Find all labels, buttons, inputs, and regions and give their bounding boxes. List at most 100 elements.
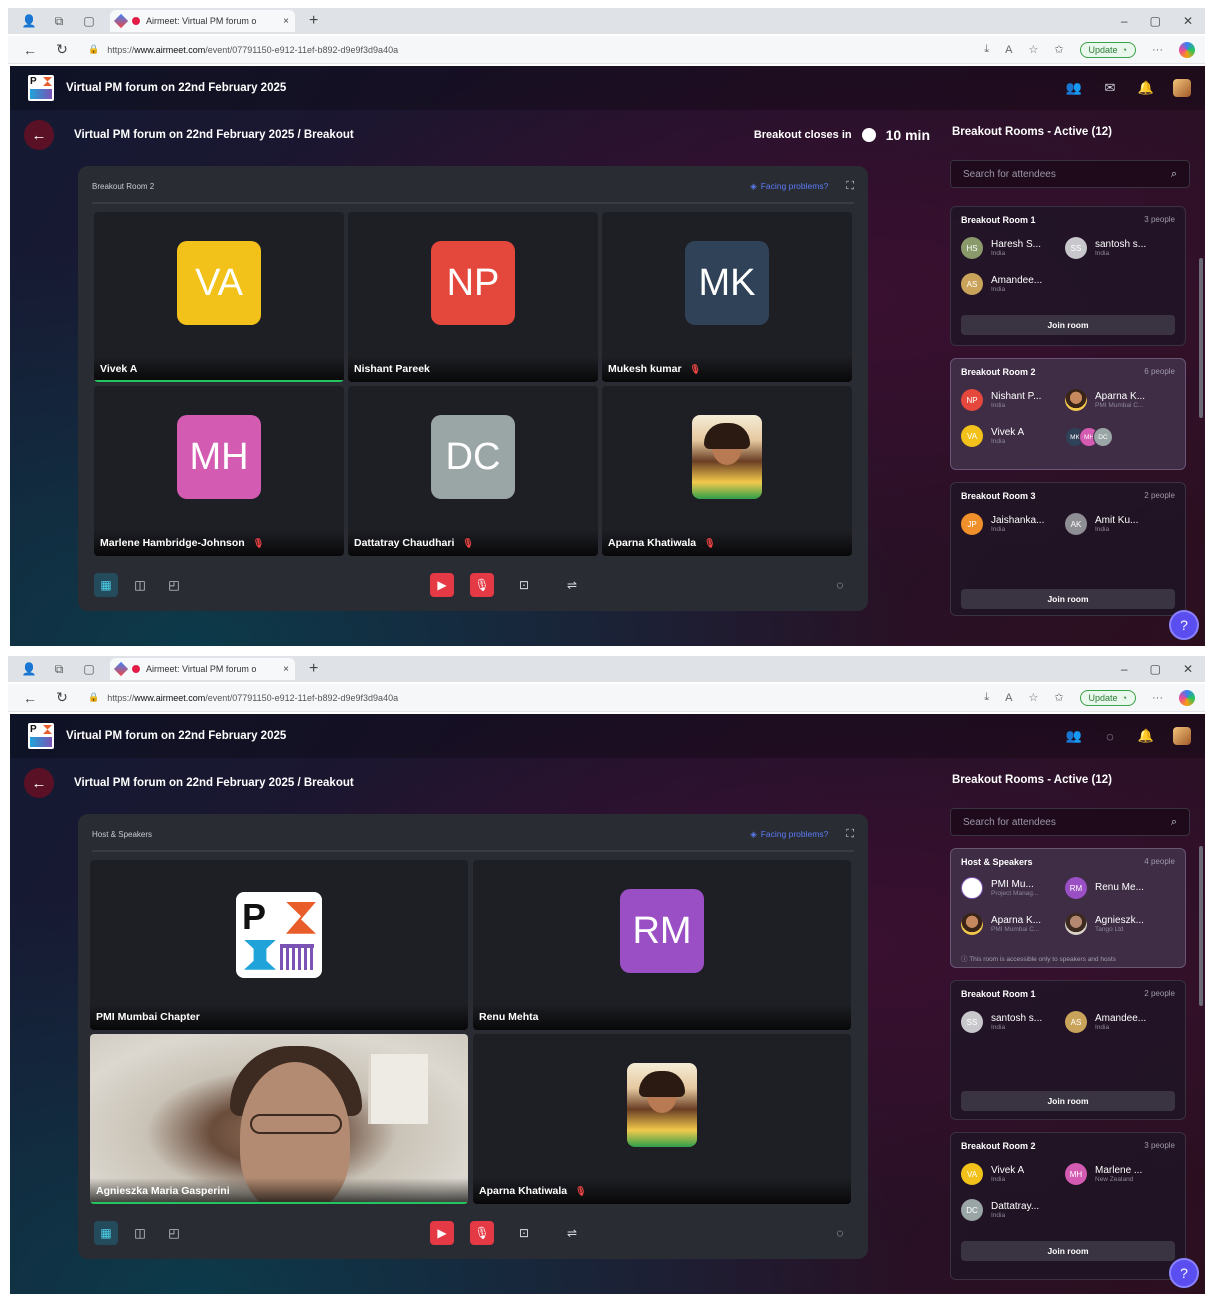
lock-icon[interactable]: 🔒	[88, 692, 99, 703]
chat-bubble-icon[interactable]: ◌	[828, 1221, 852, 1245]
mic-off-button[interactable]: 🎙	[470, 573, 494, 597]
chat-notification-icon[interactable]: ✉	[1101, 79, 1119, 97]
bell-icon[interactable]: 🔔	[1137, 727, 1155, 745]
back-button[interactable]: ←	[24, 768, 54, 798]
attendee-search-input[interactable]: Search for attendees ⌕	[950, 160, 1190, 188]
speaker-layout-icon[interactable]: ◰	[162, 1221, 186, 1245]
chat-bubble-icon[interactable]: ◌	[828, 573, 852, 597]
back-button[interactable]: ←	[24, 120, 54, 150]
lock-icon[interactable]: 🔒	[88, 44, 99, 55]
browser-tab[interactable]: Airmeet: Virtual PM forum o ×	[110, 658, 295, 680]
camera-off-button[interactable]: ▶	[430, 573, 454, 597]
room-member[interactable]: RM Renu Me...	[1065, 877, 1175, 899]
room-member[interactable]: SS santosh s... India	[1065, 237, 1175, 259]
update-button[interactable]: Update ◔	[1079, 41, 1136, 58]
sidebar-layout-icon[interactable]: ◫	[128, 573, 152, 597]
copilot-icon[interactable]	[1179, 41, 1195, 58]
new-tab-button[interactable]: +	[309, 12, 318, 30]
more-menu-icon[interactable]: ···	[1152, 44, 1163, 56]
profile-icon[interactable]: 👤	[20, 12, 38, 30]
participant-tile[interactable]: NP Nishant Pareek	[348, 212, 598, 382]
participant-tile[interactable]: MH Marlene Hambridge-Johnson 🎙	[94, 386, 344, 556]
room-member[interactable]: Aparna K... PMI Mumbai C...	[1065, 389, 1175, 411]
minimize-icon[interactable]: –	[1121, 662, 1128, 676]
read-aloud-icon[interactable]: A	[1005, 692, 1012, 704]
participant-tile-video[interactable]: Agnieszka Maria Gasperini	[90, 1034, 468, 1204]
participant-tile[interactable]: Aparna Khatiwala 🎙	[602, 386, 852, 556]
grid-layout-icon[interactable]: ▦	[94, 1221, 118, 1245]
new-tab-button[interactable]: +	[309, 660, 318, 678]
participant-tile[interactable]: VA Vivek A	[94, 212, 344, 382]
back-arrow-icon[interactable]: ←	[20, 690, 40, 706]
attendee-search-input[interactable]: Search for attendees ⌕	[950, 808, 1190, 836]
workspaces-icon[interactable]: ⧉	[50, 12, 68, 30]
room-member[interactable]: PMI Mu... Project Manag...	[961, 877, 1071, 899]
help-icon[interactable]: ?	[1169, 1258, 1199, 1288]
close-window-icon[interactable]: ✕	[1183, 662, 1193, 676]
room-member[interactable]: AK Amit Ku... India	[1065, 513, 1175, 535]
camera-off-button[interactable]: ▶	[430, 1221, 454, 1245]
sidebar-scrollbar[interactable]	[1199, 258, 1203, 418]
fullscreen-icon[interactable]: ⛶	[846, 180, 854, 193]
chat-icon[interactable]: ◌	[1101, 727, 1119, 745]
join-room-button[interactable]: Join room	[961, 1091, 1175, 1111]
room-member[interactable]: AS Amandee... India	[961, 273, 1071, 295]
minimize-icon[interactable]: –	[1121, 14, 1128, 28]
search-icon[interactable]: ⌕	[1171, 816, 1177, 829]
url-field[interactable]: 🔒 https:// www.airmeet.com /event/077911…	[88, 44, 888, 55]
bell-icon[interactable]: 🔔	[1137, 79, 1155, 97]
tab-actions-icon[interactable]: ▢	[80, 660, 98, 678]
copilot-icon[interactable]	[1179, 689, 1195, 706]
participant-tile[interactable]: P PMI Mumbai Chapter	[90, 860, 468, 1030]
settings-sliders-icon[interactable]: ⇌	[560, 1221, 584, 1245]
room-member[interactable]: JP Jaishanka... India	[961, 513, 1071, 535]
tab-actions-icon[interactable]: ▢	[80, 12, 98, 30]
participant-tile[interactable]: RM Renu Mehta	[473, 860, 851, 1030]
workspaces-icon[interactable]: ⧉	[50, 660, 68, 678]
screen-share-icon[interactable]: ⊡	[512, 1221, 536, 1245]
room-member[interactable]: MH Marlene ... New Zealand	[1065, 1163, 1175, 1185]
settings-sliders-icon[interactable]: ⇌	[560, 573, 584, 597]
more-menu-icon[interactable]: ···	[1152, 692, 1163, 704]
facing-problems-link[interactable]: ◈ Facing problems?	[750, 829, 828, 840]
speaker-layout-icon[interactable]: ◰	[162, 573, 186, 597]
room-member[interactable]: VA Vivek A India	[961, 425, 1071, 447]
url-field[interactable]: 🔒 https:// www.airmeet.com /event/077911…	[88, 692, 888, 703]
join-room-button[interactable]: Join room	[961, 1241, 1175, 1261]
maximize-icon[interactable]: ▢	[1150, 662, 1161, 676]
room-member[interactable]: AS Amandee... India	[1065, 1011, 1175, 1033]
favorite-star-icon[interactable]: ☆	[1028, 691, 1038, 704]
room-member[interactable]: Aparna K... PMI Mumbai C...	[961, 913, 1071, 935]
participant-tile[interactable]: Aparna Khatiwala 🎙	[473, 1034, 851, 1204]
user-avatar[interactable]	[1173, 727, 1191, 745]
download-icon[interactable]: ⤓	[984, 43, 989, 56]
sidebar-layout-icon[interactable]: ◫	[128, 1221, 152, 1245]
favorites-icon[interactable]: ✩	[1054, 691, 1063, 704]
people-icon[interactable]: 👥	[1065, 727, 1083, 745]
fullscreen-icon[interactable]: ⛶	[846, 828, 854, 841]
back-arrow-icon[interactable]: ←	[20, 42, 40, 58]
update-button[interactable]: Update ◔	[1079, 689, 1136, 706]
download-icon[interactable]: ⤓	[984, 691, 989, 704]
people-icon[interactable]: 👥	[1065, 79, 1083, 97]
read-aloud-icon[interactable]: A	[1005, 44, 1012, 56]
screen-share-icon[interactable]: ⊡	[512, 573, 536, 597]
grid-layout-icon[interactable]: ▦	[94, 573, 118, 597]
room-member[interactable]: NP Nishant P... India	[961, 389, 1071, 411]
tab-close-icon[interactable]: ×	[283, 16, 289, 27]
refresh-icon[interactable]: ↻	[52, 689, 72, 706]
favorites-icon[interactable]: ✩	[1054, 43, 1063, 56]
maximize-icon[interactable]: ▢	[1150, 14, 1161, 28]
user-avatar[interactable]	[1173, 79, 1191, 97]
room-member[interactable]: SS santosh s... India	[961, 1011, 1071, 1033]
browser-tab[interactable]: Airmeet: Virtual PM forum o ×	[110, 10, 295, 32]
help-icon[interactable]: ?	[1169, 610, 1199, 640]
room-member[interactable]: DC Dattatray... India	[961, 1199, 1071, 1221]
favorite-star-icon[interactable]: ☆	[1028, 43, 1038, 56]
profile-icon[interactable]: 👤	[20, 660, 38, 678]
more-members-stack[interactable]: MK MH DC	[1065, 427, 1113, 447]
tab-close-icon[interactable]: ×	[283, 664, 289, 675]
facing-problems-link[interactable]: ◈ Facing problems?	[750, 181, 828, 192]
room-member[interactable]: VA Vivek A India	[961, 1163, 1071, 1185]
participant-tile[interactable]: DC Dattatray Chaudhari 🎙	[348, 386, 598, 556]
